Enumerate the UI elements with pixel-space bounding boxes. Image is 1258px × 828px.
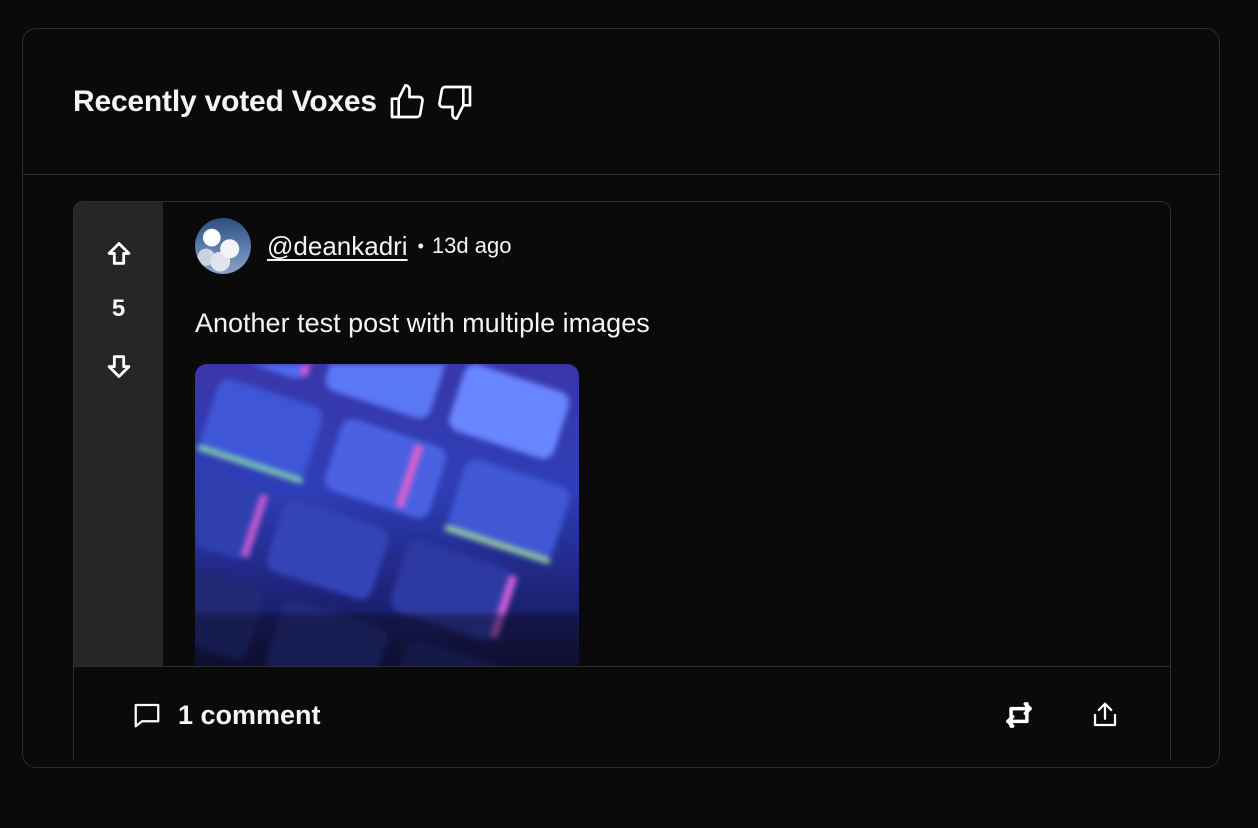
share-icon: [1093, 702, 1117, 727]
arrow-down-icon: [107, 355, 130, 378]
share-button[interactable]: [1090, 700, 1120, 730]
repost-button[interactable]: [1000, 696, 1038, 734]
post-footer: 1 comment: [74, 666, 1170, 761]
thumbs-down-icon: [438, 85, 472, 120]
vote-count: 5: [111, 295, 126, 322]
panel-header: Recently voted Voxes: [23, 29, 1219, 175]
author-link[interactable]: @deankadri: [267, 231, 408, 262]
downvote-button[interactable]: [105, 352, 133, 380]
post-actions: [1000, 696, 1120, 734]
upvote-button[interactable]: [105, 240, 133, 268]
vote-icons: [387, 82, 475, 122]
comments-button[interactable]: 1 comment: [132, 700, 321, 731]
post-text: Another test post with multiple images: [195, 308, 650, 338]
post-meta: @deankadri • 13d ago: [195, 218, 1170, 274]
comments-label: 1 comment: [178, 699, 321, 730]
meta-separator: •: [417, 235, 424, 256]
panel-title: Recently voted Voxes: [73, 84, 377, 118]
post-card[interactable]: 5 @deankadri • 13d ago Another test post…: [73, 201, 1171, 761]
vote-column: 5: [74, 202, 163, 666]
avatar[interactable]: [195, 218, 251, 274]
thumbs-up-icon: [390, 83, 424, 118]
post-timestamp: 13d ago: [431, 233, 512, 258]
recently-voted-panel: Recently voted Voxes 5 @deankadri • 13d …: [22, 28, 1220, 768]
post-image[interactable]: [195, 364, 579, 674]
arrow-up-icon: [107, 242, 130, 265]
keyboard-photo: [195, 364, 579, 674]
repost-icon: [1006, 702, 1032, 728]
post-body: @deankadri • 13d ago Another test post w…: [195, 218, 1170, 674]
comment-icon: [134, 703, 160, 728]
